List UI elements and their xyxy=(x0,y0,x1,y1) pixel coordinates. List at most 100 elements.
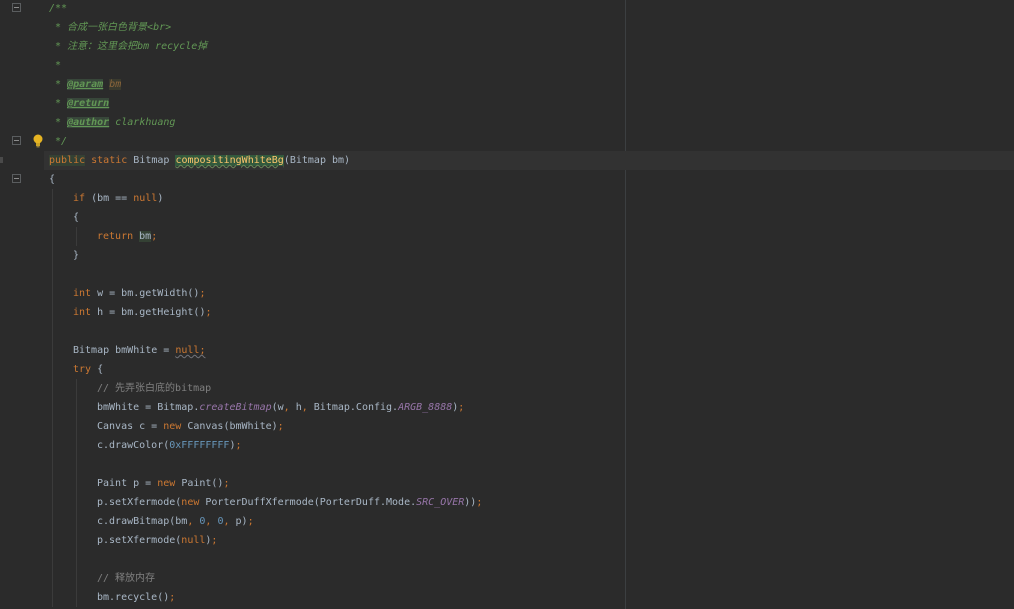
code-token: h = bm.getHeight() xyxy=(97,307,206,318)
code-line[interactable]: /** xyxy=(44,0,1014,18)
code-line[interactable]: Paint p = new Paint(); xyxy=(44,474,1014,493)
code-line[interactable]: try { xyxy=(44,360,1014,379)
code-token: ; xyxy=(235,440,242,451)
code-token: * xyxy=(49,60,62,71)
code-line[interactable]: if (bm == null) xyxy=(44,189,1014,208)
code-token: static xyxy=(85,155,134,166)
code-line[interactable] xyxy=(44,322,1014,341)
code-line[interactable]: c.drawColor(0xFFFFFFFF); xyxy=(44,436,1014,455)
code-token: ; xyxy=(247,516,254,527)
code-token: /** xyxy=(49,3,68,14)
code-line[interactable]: } xyxy=(44,246,1014,265)
code-line[interactable]: * xyxy=(44,56,1014,75)
code-editor[interactable]: /** * 合成一张白色背景<br> * 注意：这里会把bm recycle掉 … xyxy=(0,0,1014,609)
code-token: @param xyxy=(67,79,104,90)
code-token: bm xyxy=(139,231,152,242)
indent-guide xyxy=(52,550,53,569)
code-line[interactable]: { xyxy=(44,208,1014,227)
code-token: null xyxy=(181,535,206,546)
code-token: Paint p = xyxy=(97,478,158,489)
code-text: return bm; xyxy=(97,227,157,246)
code-token: , xyxy=(283,402,296,413)
code-token: c.drawColor( xyxy=(97,440,170,451)
code-text: { xyxy=(49,170,55,189)
code-text: * @author clarkhuang xyxy=(49,113,175,132)
indent-guide xyxy=(76,569,77,588)
indent-guide xyxy=(52,227,53,246)
code-line[interactable]: * 合成一张白色背景<br> xyxy=(44,18,1014,37)
code-token: @author xyxy=(67,117,110,128)
indent-guide xyxy=(52,417,53,436)
code-token: clarkhuang xyxy=(109,117,176,128)
code-line[interactable]: return bm; xyxy=(44,227,1014,246)
code-token: { xyxy=(49,174,56,185)
code-token: (bm == xyxy=(85,193,134,204)
fold-toggle-icon[interactable] xyxy=(12,3,21,12)
code-token: 掉 xyxy=(197,41,208,52)
code-text: { xyxy=(73,208,79,227)
code-token: Paint() xyxy=(181,478,224,489)
indent-guide xyxy=(52,588,53,607)
code-text: // 先弄张白底的bitmap xyxy=(97,379,211,398)
code-token: bm recycle xyxy=(137,41,198,52)
code-token: new xyxy=(157,478,182,489)
code-token: c.drawBitmap(bm xyxy=(97,516,188,527)
code-token: // 释放内存 xyxy=(97,573,156,584)
code-line[interactable]: int h = bm.getHeight(); xyxy=(44,303,1014,322)
indent-guide xyxy=(76,417,77,436)
code-token: p.setXfermode( xyxy=(97,535,182,546)
lightbulb-icon[interactable] xyxy=(32,134,44,148)
code-line[interactable]: * @return xyxy=(44,94,1014,113)
code-text: Paint p = new Paint(); xyxy=(97,474,230,493)
code-token: public xyxy=(49,155,86,166)
editor-gutter[interactable] xyxy=(0,0,44,609)
code-line[interactable]: bmWhite = Bitmap.createBitmap(w, h, Bitm… xyxy=(44,398,1014,417)
code-line[interactable]: c.drawBitmap(bm, 0, 0, p); xyxy=(44,512,1014,531)
code-line[interactable]: { xyxy=(44,170,1014,189)
code-line[interactable]: Bitmap bmWhite = null; xyxy=(44,341,1014,360)
code-line[interactable]: // 先弄张白底的bitmap xyxy=(44,379,1014,398)
code-text: c.drawBitmap(bm, 0, 0, p); xyxy=(97,512,254,531)
code-line[interactable]: p.setXfermode(null); xyxy=(44,531,1014,550)
code-line[interactable]: int w = bm.getWidth(); xyxy=(44,284,1014,303)
indent-guide xyxy=(76,531,77,550)
code-token: * xyxy=(49,98,68,109)
code-token: ARGB_8888 xyxy=(398,402,453,413)
indent-guide xyxy=(76,550,77,569)
code-token: bm.recycle() xyxy=(97,592,170,603)
indent-guide xyxy=(52,455,53,474)
code-text: */ xyxy=(49,132,67,151)
code-line[interactable] xyxy=(44,455,1014,474)
code-line[interactable]: */ xyxy=(44,132,1014,151)
code-line[interactable]: Canvas c = new Canvas(bmWhite); xyxy=(44,417,1014,436)
code-text: * @return xyxy=(49,94,110,113)
indent-guide xyxy=(76,436,77,455)
code-token: ; xyxy=(223,478,230,489)
code-token: Bitmap.Config. xyxy=(313,402,399,413)
code-line[interactable]: * 注意：这里会把bm recycle掉 xyxy=(44,37,1014,56)
code-line[interactable] xyxy=(44,550,1014,569)
indent-guide xyxy=(52,265,53,284)
fold-toggle-icon[interactable] xyxy=(12,136,21,145)
indent-guide xyxy=(52,341,53,360)
fold-toggle-icon[interactable] xyxy=(12,174,21,183)
code-text: * @param bm xyxy=(49,75,122,94)
code-line[interactable]: bm.recycle(); xyxy=(44,588,1014,607)
indent-guide xyxy=(52,569,53,588)
code-text: Canvas c = new Canvas(bmWhite); xyxy=(97,417,284,436)
code-line[interactable]: p.setXfermode(new PorterDuffXfermode(Por… xyxy=(44,493,1014,512)
indent-guide xyxy=(76,493,77,512)
code-token: ; xyxy=(169,592,176,603)
code-line[interactable]: * @author clarkhuang xyxy=(44,113,1014,132)
indent-guide xyxy=(76,588,77,607)
indent-guide xyxy=(52,379,53,398)
code-token: ; xyxy=(211,535,218,546)
indent-guide xyxy=(52,360,53,379)
code-token: bmWhite = Bitmap. xyxy=(97,402,200,413)
code-token: if xyxy=(73,193,86,204)
code-line[interactable]: public static Bitmap compositingWhiteBg(… xyxy=(44,151,1014,170)
code-line[interactable]: // 释放内存 xyxy=(44,569,1014,588)
code-text: Bitmap bmWhite = null; xyxy=(73,341,205,360)
code-line[interactable]: * @param bm xyxy=(44,75,1014,94)
code-line[interactable] xyxy=(44,265,1014,284)
